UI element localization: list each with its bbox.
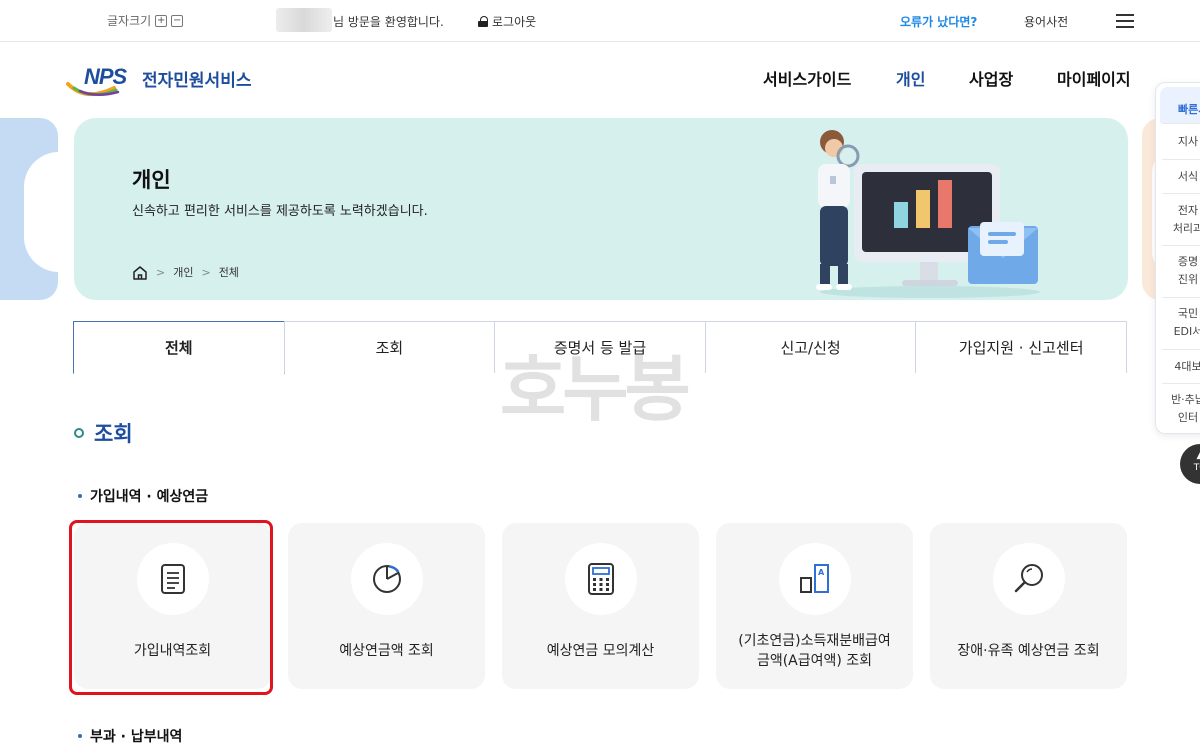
font-size-label: 글자크기 bbox=[107, 14, 152, 28]
scroll-top-button[interactable]: ▲ TO bbox=[1180, 444, 1200, 484]
bullet-icon bbox=[78, 734, 82, 738]
tab-inquiry[interactable]: 조회 bbox=[283, 321, 496, 373]
banner-illustration bbox=[816, 130, 1040, 298]
quick-menu-item[interactable]: 전자 처리과 bbox=[1162, 193, 1200, 245]
magnifier-icon bbox=[993, 543, 1065, 615]
quick-menu-title: 빠른서 bbox=[1160, 87, 1200, 123]
nav-mypage[interactable]: 마이페이지 bbox=[1057, 66, 1131, 90]
bar-compare-icon: A bbox=[779, 543, 851, 615]
service-card-pension-simulation[interactable]: 예상연금 모의계산 bbox=[502, 523, 699, 689]
subsection-heading-text: 가입내역 · 예상연금 bbox=[90, 489, 209, 505]
section-title-text: 조회 bbox=[94, 422, 133, 446]
glossary-link[interactable]: 용어사전 bbox=[1024, 13, 1068, 30]
section-title: 조회 bbox=[74, 418, 133, 448]
welcome-text: 님 방문을 환영합니다. bbox=[333, 15, 444, 29]
svg-text:A: A bbox=[818, 568, 825, 577]
logout-button[interactable]: 로그아웃 bbox=[478, 13, 536, 30]
bullet-icon bbox=[78, 494, 82, 498]
arrow-up-icon: ▲ bbox=[1196, 451, 1200, 461]
tab-all[interactable]: 전체 bbox=[73, 321, 285, 374]
page-title: 개인 bbox=[132, 168, 171, 192]
card-label: (기초연금)소득재분배급여 금액(A급여액) 조회 bbox=[722, 631, 907, 671]
subsection-heading: 부과 · 납부내역 bbox=[78, 726, 182, 746]
nav-service-guide[interactable]: 서비스가이드 bbox=[763, 66, 851, 90]
breadcrumb: > 개인 > 전체 bbox=[132, 264, 239, 280]
card-label: 예상연금 모의계산 bbox=[546, 643, 655, 659]
page-subtitle: 신속하고 편리한 서비스를 제공하도록 노력하겠습니다. bbox=[132, 204, 428, 219]
error-report-link[interactable]: 오류가 났다면? bbox=[900, 13, 977, 30]
highlight-box bbox=[69, 520, 273, 695]
circle-bullet-icon bbox=[74, 428, 84, 438]
lock-icon bbox=[478, 16, 488, 27]
quick-menu-item[interactable]: 국민 EDI서 bbox=[1162, 297, 1200, 349]
home-icon[interactable] bbox=[132, 265, 148, 280]
chevron-right-icon: > bbox=[156, 265, 166, 279]
scroll-top-label: TO bbox=[1193, 463, 1200, 473]
subsection-heading: 가입내역 · 예상연금 bbox=[78, 486, 208, 506]
breadcrumb-item[interactable]: 개인 bbox=[173, 264, 193, 280]
font-increase-button[interactable]: + bbox=[155, 14, 168, 27]
card-label-line: 금액(A급여액) 조회 bbox=[756, 653, 873, 669]
font-decrease-button[interactable]: − bbox=[171, 14, 184, 27]
card-label-line: (기초연금)소득재분배급여 bbox=[738, 633, 891, 649]
watermark: 호누봉 bbox=[500, 347, 691, 431]
blurred-user-name bbox=[276, 8, 332, 32]
logo-mark: NPS bbox=[84, 64, 127, 89]
subsection-heading-text: 부과 · 납부내역 bbox=[90, 729, 183, 745]
quick-menu: 빠른서 지사 서식 전자 처리과 증명 진위 국민 EDI서 4대보 반·추납 … bbox=[1155, 82, 1200, 434]
quick-menu-item[interactable]: 서식 bbox=[1162, 159, 1200, 193]
service-card-basic-pension-amount[interactable]: A (기초연금)소득재분배급여 금액(A급여액) 조회 bbox=[716, 523, 913, 689]
quick-menu-item[interactable]: 지사 bbox=[1162, 123, 1200, 159]
site-logo[interactable]: NPS 전자민원서비스 bbox=[66, 60, 266, 102]
tab-report-apply[interactable]: 신고/신청 bbox=[704, 321, 917, 373]
card-label: 장애·유족 예상연금 조회 bbox=[957, 643, 1100, 659]
service-card-expected-pension[interactable]: 예상연금액 조회 bbox=[288, 523, 485, 689]
nav-personal[interactable]: 개인 bbox=[896, 66, 925, 90]
nav-business[interactable]: 사업장 bbox=[969, 66, 1013, 90]
breadcrumb-item: 전체 bbox=[218, 266, 239, 279]
service-card-disability-survivor-pension[interactable]: 장애·유족 예상연금 조회 bbox=[930, 523, 1127, 689]
utility-bar: 글자크기 + − 님 방문을 환영합니다. 로그아웃 오류가 났다면? 용어사전 bbox=[0, 0, 1200, 42]
quick-menu-item[interactable]: 반·추납 인터 bbox=[1162, 383, 1200, 433]
pie-chart-icon bbox=[351, 543, 423, 615]
hamburger-menu-icon[interactable] bbox=[1116, 14, 1134, 28]
card-label: 예상연금액 조회 bbox=[339, 643, 434, 659]
quick-menu-item[interactable]: 증명 진위 bbox=[1162, 245, 1200, 297]
logo-title: 전자민원서비스 bbox=[142, 71, 252, 91]
tab-support-center[interactable]: 가입지원 · 신고센터 bbox=[915, 321, 1127, 373]
logout-label: 로그아웃 bbox=[492, 15, 537, 29]
chevron-right-icon: > bbox=[201, 265, 211, 279]
font-size-control: 글자크기 + − bbox=[107, 12, 184, 29]
quick-menu-item[interactable]: 4대보 bbox=[1162, 349, 1200, 383]
calculator-icon bbox=[565, 543, 637, 615]
